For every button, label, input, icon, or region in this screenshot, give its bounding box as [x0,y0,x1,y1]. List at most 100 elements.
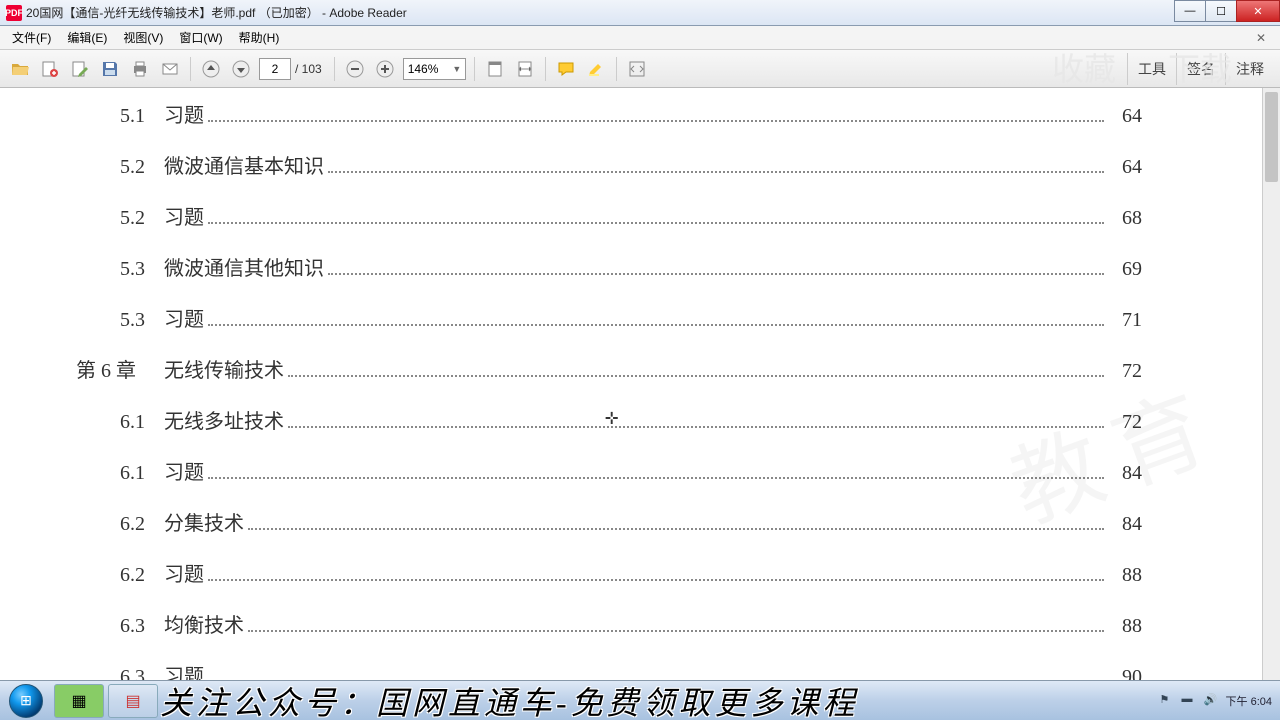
system-tray[interactable]: ⚑ ▬ 🔊 下午 6:04 [1152,693,1280,709]
toc-page: 68 [1108,207,1142,230]
toc-row: 5.1习题 64 [120,88,1142,139]
print-icon[interactable] [126,55,154,83]
save-icon[interactable] [96,55,124,83]
fit-page-icon[interactable] [481,55,509,83]
toc-row: 第 6 章无线传输技术72 [120,343,1142,394]
toc-title: 习题 [164,303,204,332]
comment-bubble-icon[interactable] [552,55,580,83]
toc-title: 均衡技术 [164,609,244,638]
toc-row: 6.1习题84 [120,445,1142,496]
page-down-icon[interactable] [227,55,255,83]
toc-row: 5.3微波通信其他知识 69 [120,241,1142,292]
toc-page: 64 [1108,156,1142,179]
window-titlebar: PDF 20国网【通信-光纤无线传输技术】老师.pdf （已加密） - Adob… [0,0,1280,26]
app-icon: PDF [6,5,22,21]
toc-row: 5.2微波通信基本知识 64 [120,139,1142,190]
menu-edit[interactable]: 编辑(E) [59,29,115,46]
toc-num: 5.2 [120,156,164,179]
task-app1[interactable]: ▦ [54,684,104,718]
close-doc-icon[interactable]: ✕ [1248,31,1274,45]
toc-num: 5.3 [120,309,164,332]
toc-row: 6.1无线多址技术72 [120,394,1142,445]
toc-page: 69 [1108,258,1142,281]
highlight-icon[interactable] [582,55,610,83]
zoom-select[interactable]: 146%▼ [403,58,467,80]
task-app2[interactable]: ▤ [108,684,158,718]
overlay-banner: 关注公众号：国网直通车-免费领取更多课程 [160,678,1152,724]
chevron-down-icon: ▼ [452,64,461,74]
toc-title: 习题 [164,201,204,230]
zoom-out-icon[interactable] [341,55,369,83]
taskbar: ⊞ ▦ ▤ 关注公众号：国网直通车-免费领取更多课程 ⚑ ▬ 🔊 下午 6:04 [0,680,1280,720]
tray-clock[interactable]: 下午 6:04 [1226,693,1272,709]
text-cursor-icon: ⊹ [605,408,618,428]
toc-row: 5.2习题68 [120,190,1142,241]
toc-leader [208,222,1104,224]
page-input[interactable] [259,58,291,80]
toc-num: 6.1 [120,411,164,434]
tray-volume-icon[interactable]: 🔊 [1204,693,1220,709]
email-icon[interactable] [156,55,184,83]
menu-file[interactable]: 文件(F) [4,29,59,46]
rtab-comment[interactable]: 注释 [1225,53,1274,85]
toc-title: 习题 [164,99,204,128]
menu-help[interactable]: 帮助(H) [231,29,288,46]
toc-num: 6.2 [120,513,164,536]
toc-num: 6.3 [120,666,164,680]
create-icon[interactable] [36,55,64,83]
menu-view[interactable]: 视图(V) [115,29,171,46]
toc-num: 5.1 [120,105,164,128]
toc-leader [328,171,1104,173]
maximize-button[interactable]: ☐ [1205,0,1237,22]
vertical-scrollbar[interactable] [1262,88,1280,680]
toc-title: 微波通信其他知识 [164,252,324,281]
page-total: / 103 [295,62,322,76]
window-title: 20国网【通信-光纤无线传输技术】老师.pdf （已加密） - Adobe Re… [26,4,407,21]
toc-row: 6.2习题 88 [120,547,1142,598]
tray-flag-icon[interactable]: ⚑ [1160,693,1176,709]
toc-title: 分集技术 [164,507,244,536]
toc-page: 88 [1108,564,1142,587]
menu-window[interactable]: 窗口(W) [171,29,230,46]
toc-row: 6.3均衡技术 88 [120,598,1142,649]
read-mode-icon[interactable] [623,55,651,83]
pdf-page: 教育 5.1习题645.2微波通信基本知识645.2习题685.3微波通信其他知… [0,88,1262,680]
tray-network-icon[interactable]: ▬ [1182,693,1198,709]
toc-leader [248,528,1104,530]
toc-leader [208,477,1104,479]
zoom-in-icon[interactable] [371,55,399,83]
fit-width-icon[interactable] [511,55,539,83]
toc-row: 6.2分集技术84 [120,496,1142,547]
close-button[interactable]: ✕ [1236,0,1280,22]
windows-orb-icon: ⊞ [9,684,43,718]
toc-page: 71 [1108,309,1142,332]
toc-page: 64 [1108,105,1142,128]
document-viewport[interactable]: 教育 5.1习题645.2微波通信基本知识645.2习题685.3微波通信其他知… [0,88,1262,680]
overlay-top-labels: 收藏下载 [1052,44,1232,90]
toc-leader [248,630,1104,632]
toc-title: 习题 [164,558,204,587]
toc-title: 微波通信基本知识 [164,150,324,179]
page-up-icon[interactable] [197,55,225,83]
toc-num: 6.2 [120,564,164,587]
start-button[interactable]: ⊞ [0,681,52,721]
toc-row: 5.3习题 71 [120,292,1142,343]
toc-num: 6.1 [120,462,164,485]
toc-num: 第 6 章 [76,354,164,383]
toc-num: 5.3 [120,258,164,281]
toc-title: 无线传输技术 [164,354,284,383]
toc-num: 6.3 [120,615,164,638]
toc-row: 6.3习题90 [120,649,1142,680]
toc-leader [208,579,1104,581]
open-icon[interactable] [6,55,34,83]
scroll-thumb[interactable] [1265,92,1278,182]
toc-title: 无线多址技术 [164,405,284,434]
toc-leader [208,324,1104,326]
toc-leader [328,273,1104,275]
minimize-button[interactable]: — [1174,0,1206,22]
toc-leader [288,426,1104,428]
toc-page: 88 [1108,615,1142,638]
toc-title: 习题 [164,456,204,485]
edit-icon[interactable] [66,55,94,83]
toc-leader [288,375,1104,377]
